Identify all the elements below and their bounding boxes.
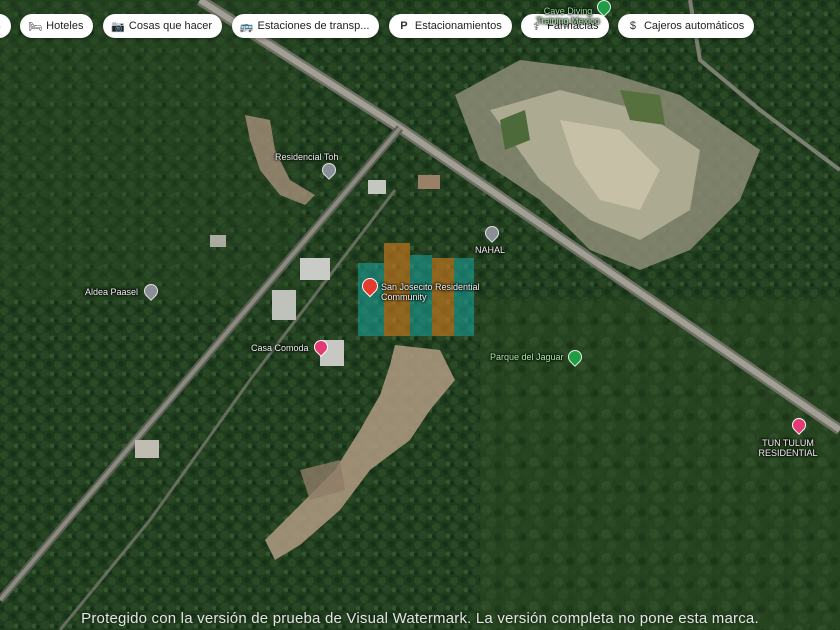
filter-label: Hoteles [46,20,84,32]
filter-chip-bar: tes 🛏Hoteles 📷Cosas que hacer 🚌Estacione… [0,14,759,38]
place-label-cave-diving[interactable]: Cave Diving Training Mexico [528,6,608,26]
parking-icon: P [400,20,408,32]
filter-chip-atms[interactable]: $ Cajeros automáticos [617,14,755,38]
filter-label: Estaciones de transp... [257,20,370,32]
filter-chip-things-to-do[interactable]: 📷 Cosas que hacer [102,14,223,38]
filter-chip-parking[interactable]: P Estacionamientos [388,14,512,38]
filter-label: Cosas que hacer [128,20,213,32]
filter-chip-transit[interactable]: 🚌 Estaciones de transp... [231,14,380,38]
bus-icon: 🚌 [239,20,254,33]
filter-label: Estacionamientos [414,20,502,32]
place-label-nahal[interactable]: NAHAL [475,245,505,255]
place-label-tun-tulum[interactable]: TUN TULUM RESIDENTIAL [757,438,819,458]
filter-chip-truncated[interactable]: tes [0,14,11,38]
place-label-casa-comoda[interactable]: Casa Comoda [251,343,309,353]
filter-label: tes [0,20,1,32]
place-label-san-josecito[interactable]: San Josecito Residential Community [381,282,486,302]
place-label-residencial-toh[interactable]: Residencial Toh [275,152,338,162]
filter-chip-hotels[interactable]: 🛏 Hoteles [20,14,94,38]
watermark-text: Protegido con la versión de prueba de Vi… [81,610,759,627]
bed-icon: 🛏 [28,20,43,33]
place-label-aldea-paasel[interactable]: Aldea Paasel [85,287,138,297]
filter-label: Cajeros automáticos [643,20,745,32]
atm-icon: $ [629,20,637,32]
camera-icon: 📷 [111,20,125,33]
place-label-parque-jaguar[interactable]: Parque del Jaguar [490,352,564,362]
